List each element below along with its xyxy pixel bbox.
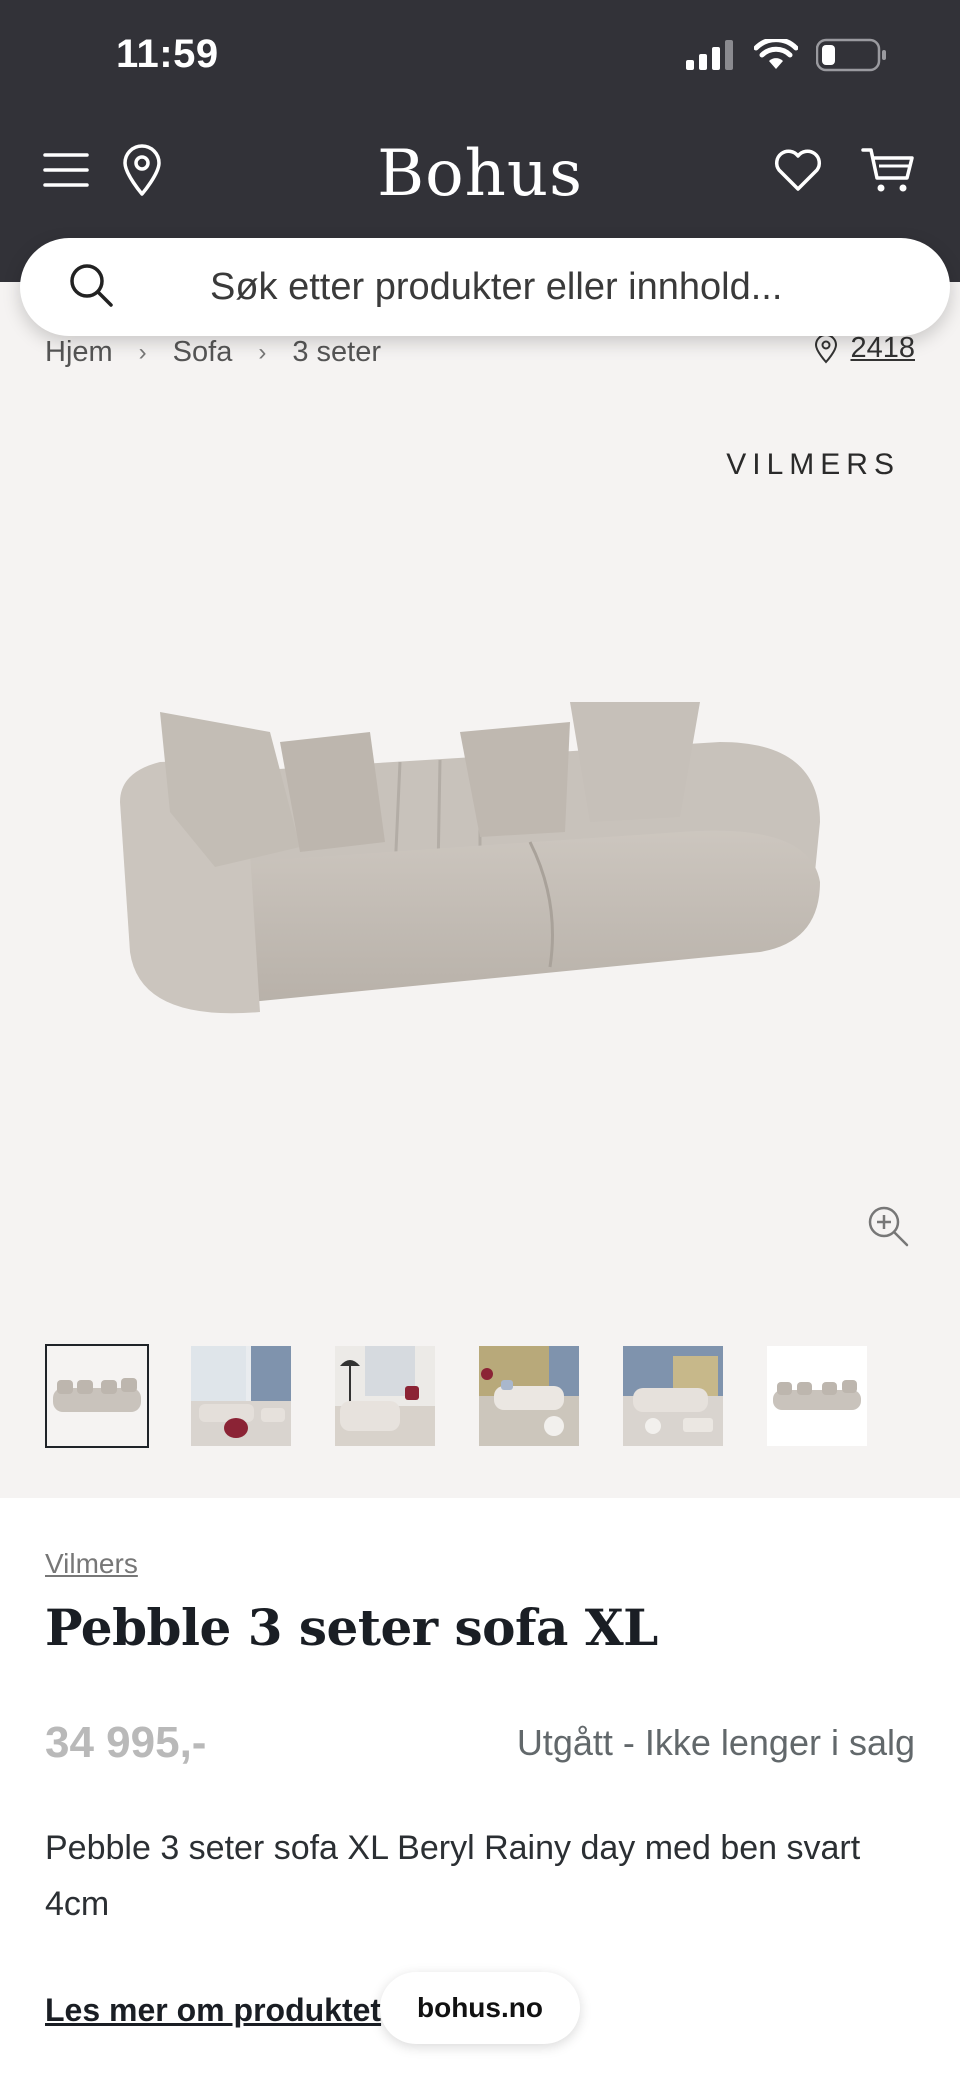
thumbnail-image xyxy=(191,1346,291,1446)
brand-mark: VILMERS xyxy=(726,448,900,481)
thumbnail-image xyxy=(479,1346,579,1446)
chevron-right-icon: › xyxy=(258,338,267,366)
location-pin-icon xyxy=(815,333,838,363)
thumbnail-image xyxy=(767,1346,867,1446)
chevron-right-icon: › xyxy=(138,338,147,366)
thumbnail-2[interactable] xyxy=(189,1344,293,1448)
product-gallery: Hjem › Sofa › 3 seter 2418 VILMERS xyxy=(0,282,960,1498)
search-input[interactable] xyxy=(210,238,910,336)
thumbnail-3[interactable] xyxy=(333,1344,437,1448)
heart-icon xyxy=(774,149,822,191)
battery-icon xyxy=(816,38,886,72)
cart-icon xyxy=(861,148,914,192)
zoom-in-icon xyxy=(868,1206,909,1247)
breadcrumb: Hjem › Sofa › 3 seter xyxy=(45,336,381,369)
availability-status: Utgått - Ikke lenger i salg xyxy=(516,1722,915,1763)
thumbnail-5[interactable] xyxy=(621,1344,725,1448)
breadcrumb-sofa[interactable]: Sofa xyxy=(173,336,233,369)
wishlist-button[interactable] xyxy=(768,140,828,200)
search-icon xyxy=(68,262,114,313)
thumbnail-1[interactable] xyxy=(45,1344,149,1448)
wifi-icon xyxy=(754,39,798,69)
product-description: Pebble 3 seter sofa XL Beryl Rainy day m… xyxy=(45,1829,861,1923)
product-title: Pebble 3 seter sofa XL xyxy=(45,1598,658,1657)
thumbnail-4[interactable] xyxy=(477,1344,581,1448)
status-icons xyxy=(686,38,888,72)
product-info: Vilmers Pebble 3 seter sofa XL 34 995,- … xyxy=(0,1498,960,2077)
signal-icon xyxy=(686,40,733,70)
breadcrumb-home[interactable]: Hjem xyxy=(45,336,113,369)
thumbnail-image xyxy=(335,1346,435,1446)
thumbnail-image xyxy=(47,1346,147,1446)
thumbnail-6[interactable] xyxy=(765,1344,869,1448)
thumbnail-image xyxy=(623,1346,723,1446)
product-image-sofa[interactable] xyxy=(120,702,840,1022)
thumbnail-strip xyxy=(45,1344,869,1448)
search-bar[interactable] xyxy=(20,238,950,336)
brand-link[interactable]: Vilmers xyxy=(45,1548,138,1580)
zoom-button[interactable] xyxy=(866,1204,910,1253)
product-price: 34 995,- xyxy=(45,1718,207,1767)
store-number: 2418 xyxy=(850,332,915,364)
selected-store[interactable]: 2418 xyxy=(814,332,915,365)
status-time: 11:59 xyxy=(116,32,219,76)
browser-url-pill[interactable]: bohus.no xyxy=(380,1972,580,2044)
cart-button[interactable] xyxy=(858,140,918,200)
read-more-link[interactable]: Les mer om produktet xyxy=(45,1992,381,2029)
breadcrumb-current: 3 seter xyxy=(292,336,382,368)
